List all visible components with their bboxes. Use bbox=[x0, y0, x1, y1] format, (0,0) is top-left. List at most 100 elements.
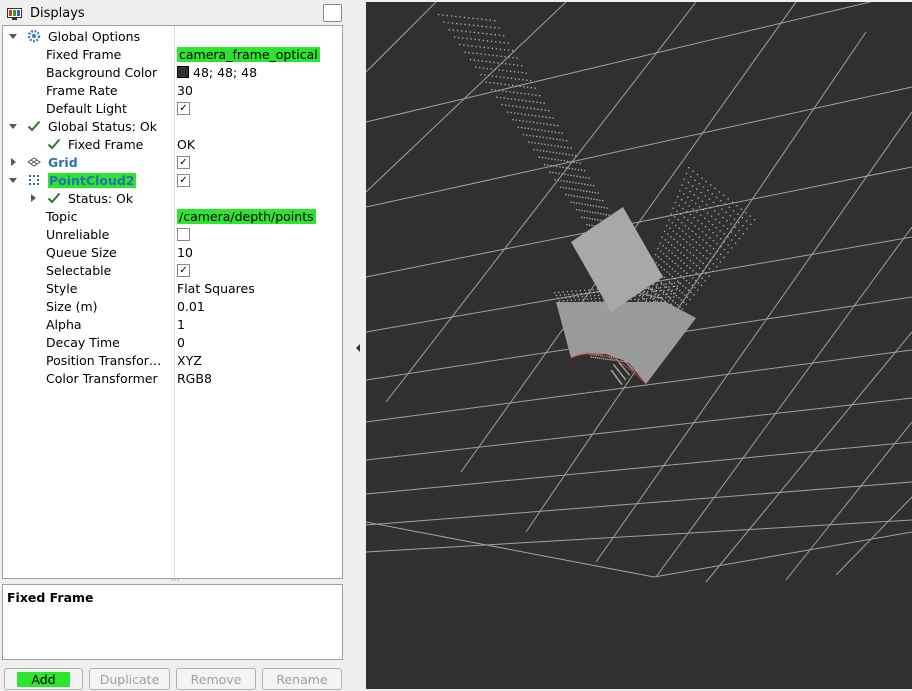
undock-button[interactable] bbox=[323, 4, 342, 22]
cloud-point bbox=[442, 14, 444, 16]
alpha-value[interactable]: 1 bbox=[177, 317, 185, 332]
cloud-point bbox=[600, 213, 602, 215]
tree-row-global-options[interactable]: Global Options bbox=[3, 27, 342, 45]
cloud-point bbox=[676, 233, 678, 235]
cloud-point bbox=[738, 237, 741, 240]
tree-row-topic[interactable]: Topic /camera/depth/points bbox=[3, 207, 342, 225]
cloud-point bbox=[674, 292, 676, 295]
remove-button[interactable]: Remove bbox=[176, 668, 256, 690]
fixed-frame-value[interactable]: camera_frame_optical bbox=[177, 47, 320, 62]
cloud-point bbox=[666, 278, 668, 281]
cloud-point bbox=[642, 294, 644, 297]
cloud-point bbox=[710, 215, 713, 217]
expand-arrow-icon[interactable] bbox=[9, 124, 17, 129]
cloud-point bbox=[734, 234, 737, 236]
cloud-point bbox=[676, 241, 679, 243]
cloud-point bbox=[624, 378, 627, 381]
cloud-point bbox=[679, 290, 681, 292]
cloud-point bbox=[551, 131, 553, 133]
tree-row-status-ok[interactable]: Status: Ok bbox=[3, 189, 342, 207]
cloud-point bbox=[733, 218, 736, 220]
expand-arrow-icon[interactable] bbox=[9, 178, 17, 183]
cloud-point bbox=[621, 360, 623, 363]
cloud-point bbox=[481, 60, 483, 62]
background-color-value[interactable]: 48; 48; 48 bbox=[177, 65, 257, 80]
cloud-point bbox=[564, 173, 566, 176]
cloud-point bbox=[562, 166, 564, 169]
collapse-arrow-icon[interactable] bbox=[356, 344, 360, 352]
tree-row-alpha[interactable]: Alpha 1 bbox=[3, 315, 342, 333]
cloud-point bbox=[602, 213, 605, 215]
expand-arrow-icon[interactable] bbox=[11, 158, 16, 166]
description-title: Fixed Frame bbox=[7, 590, 94, 605]
cloud-point bbox=[568, 194, 570, 196]
tree-row-pointcloud2[interactable]: PointCloud2 ✓ bbox=[3, 171, 342, 189]
rename-button[interactable]: Rename bbox=[262, 668, 342, 690]
tree-row-frame-rate[interactable]: Frame Rate 30 bbox=[3, 81, 342, 99]
expand-arrow-icon[interactable] bbox=[31, 194, 36, 202]
property-tree[interactable]: Global Options Fixed Frame camera_frame_… bbox=[2, 25, 343, 579]
tree-row-selectable[interactable]: Selectable ✓ bbox=[3, 261, 342, 279]
tree-row-unreliable[interactable]: Unreliable bbox=[3, 225, 342, 243]
cloud-point bbox=[554, 131, 557, 133]
tree-row-queue-size[interactable]: Queue Size 10 bbox=[3, 243, 342, 261]
cloud-point bbox=[654, 296, 656, 298]
frame-rate-value[interactable]: 30 bbox=[177, 83, 193, 98]
cloud-point bbox=[446, 14, 448, 17]
3d-scene[interactable] bbox=[366, 2, 912, 689]
tree-row-grid[interactable]: Grid ✓ bbox=[3, 153, 342, 171]
cloud-point bbox=[577, 296, 579, 298]
cloud-point bbox=[715, 227, 717, 229]
cloud-point bbox=[708, 275, 710, 277]
tree-label: Global Status: Ok bbox=[48, 119, 157, 134]
position-transformer-value[interactable]: XYZ bbox=[177, 353, 202, 368]
color-transformer-value[interactable]: RGB8 bbox=[177, 371, 212, 386]
cloud-point bbox=[512, 105, 514, 107]
tree-row-default-light[interactable]: Default Light ✓ bbox=[3, 99, 342, 117]
add-button[interactable]: Add bbox=[4, 668, 83, 690]
3d-render-viewport[interactable] bbox=[366, 2, 912, 689]
decay-time-value[interactable]: 0 bbox=[177, 335, 185, 350]
cloud-point bbox=[642, 291, 645, 293]
cloud-point bbox=[654, 300, 657, 302]
tree-row-style[interactable]: Style Flat Squares bbox=[3, 279, 342, 297]
grid-enabled-checkbox[interactable]: ✓ bbox=[177, 156, 190, 169]
cloud-point bbox=[712, 270, 714, 272]
tree-row-status-fixed-frame[interactable]: Fixed Frame OK bbox=[3, 135, 342, 153]
pointcloud2-enabled-checkbox[interactable]: ✓ bbox=[177, 174, 190, 187]
cloud-point bbox=[477, 59, 479, 62]
tree-row-size[interactable]: Size (m) 0.01 bbox=[3, 297, 342, 315]
topic-value[interactable]: /camera/depth/points bbox=[177, 209, 316, 224]
cloud-point bbox=[534, 115, 537, 117]
cloud-point bbox=[671, 275, 673, 278]
expand-arrow-icon[interactable] bbox=[9, 34, 17, 39]
cloud-point bbox=[655, 287, 658, 289]
tree-row-position-transformer[interactable]: Position Transfor… XYZ bbox=[3, 351, 342, 369]
cloud-point bbox=[742, 225, 744, 227]
cloud-point bbox=[527, 127, 529, 130]
cloud-point bbox=[692, 208, 694, 210]
cloud-point bbox=[720, 199, 722, 202]
tree-row-color-transformer[interactable]: Color Transformer RGB8 bbox=[3, 369, 342, 387]
default-light-checkbox[interactable]: ✓ bbox=[177, 102, 190, 115]
cloud-point bbox=[578, 299, 581, 301]
cloud-point bbox=[544, 164, 546, 166]
tree-row-background-color[interactable]: Background Color 48; 48; 48 bbox=[3, 63, 342, 81]
panel-collapse-splitter[interactable] bbox=[347, 0, 366, 689]
tree-row-decay-time[interactable]: Decay Time 0 bbox=[3, 333, 342, 351]
tree-row-fixed-frame[interactable]: Fixed Frame camera_frame_optical bbox=[3, 45, 342, 63]
cloud-point bbox=[496, 96, 498, 98]
style-value[interactable]: Flat Squares bbox=[177, 281, 255, 296]
tree-label: Default Light bbox=[46, 101, 127, 116]
tree-row-global-status[interactable]: Global Status: Ok bbox=[3, 117, 342, 135]
cloud-point bbox=[727, 198, 729, 200]
queue-size-value[interactable]: 10 bbox=[177, 245, 193, 260]
cloud-point bbox=[517, 112, 519, 115]
horizontal-splitter-handle[interactable] bbox=[171, 578, 179, 582]
size-value[interactable]: 0.01 bbox=[177, 299, 205, 314]
selectable-checkbox[interactable]: ✓ bbox=[177, 264, 190, 277]
duplicate-button[interactable]: Duplicate bbox=[89, 668, 170, 690]
unreliable-checkbox[interactable] bbox=[177, 228, 190, 241]
cloud-point bbox=[671, 252, 673, 254]
cloud-point bbox=[502, 69, 504, 72]
